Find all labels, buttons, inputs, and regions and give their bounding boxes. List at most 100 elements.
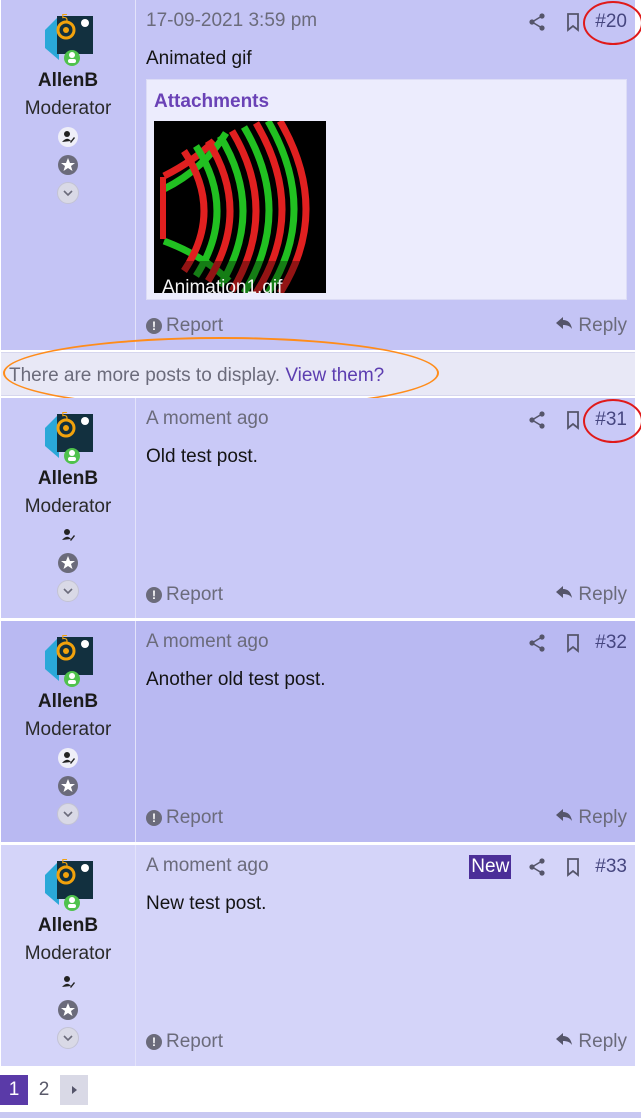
- bookmark-icon[interactable]: [561, 631, 585, 655]
- star-badge-icon: [57, 999, 79, 1021]
- user-title: Moderator: [24, 719, 112, 740]
- post-user-cell: 5 AllenB Moderator: [1, 621, 136, 842]
- star-badge-icon: [57, 552, 79, 574]
- share-icon[interactable]: [525, 631, 549, 655]
- report-link[interactable]: ! Report: [146, 315, 223, 337]
- pagination: 1 2: [0, 1075, 88, 1105]
- star-badge-icon: [57, 154, 79, 176]
- post-date[interactable]: A moment ago: [146, 408, 269, 430]
- post-body: Another old test post.: [146, 669, 326, 690]
- svg-text:5: 5: [61, 12, 69, 26]
- reply-icon: [555, 584, 573, 606]
- star-badge-icon: [57, 775, 79, 797]
- report-icon: !: [146, 587, 162, 603]
- post-message-cell: 17-09-2021 3:59 pm #20 Animated gif Atta…: [136, 0, 641, 350]
- report-link[interactable]: ! Report: [146, 1031, 223, 1053]
- post-user-cell: 5 AllenB Moderator: [1, 398, 136, 618]
- reply-label[interactable]: Reply: [578, 1031, 627, 1053]
- attachment-thumbnail[interactable]: Animation1.gif: [154, 121, 326, 293]
- post-actions: #20: [525, 1, 641, 45]
- user-edit-icon: [57, 747, 79, 769]
- reply-label[interactable]: Reply: [578, 315, 627, 337]
- post-body: New test post.: [146, 893, 267, 914]
- post-32: 5 AllenB Moderator A moment ago #32 Anot…: [1, 621, 635, 844]
- user-edit-icon: [57, 971, 79, 993]
- username[interactable]: AllenB: [38, 468, 98, 490]
- attachments-heading: Attachments: [154, 91, 270, 112]
- share-icon[interactable]: [525, 10, 549, 34]
- more-posts-bar: There are more posts to display. View th…: [1, 337, 635, 409]
- post-message-cell: A moment ago #32 Another old test post. …: [136, 621, 635, 842]
- page-link[interactable]: 2: [28, 1075, 60, 1105]
- post-body: Animated gif: [146, 48, 252, 69]
- report-icon: !: [146, 318, 162, 334]
- post-31: 5 AllenB Moderator A moment ago #31 Old …: [1, 398, 641, 620]
- user-title: Moderator: [24, 496, 112, 517]
- report-icon: !: [146, 1034, 162, 1050]
- avatar-logo-icon[interactable]: 5: [39, 8, 97, 66]
- username[interactable]: AllenB: [38, 691, 98, 713]
- report-link[interactable]: ! Report: [146, 584, 223, 606]
- reply-link[interactable]: Reply: [555, 807, 627, 829]
- svg-text:5: 5: [61, 410, 69, 424]
- chevron-down-icon[interactable]: [57, 182, 79, 204]
- svg-text:5: 5: [61, 633, 69, 647]
- page-current[interactable]: 1: [0, 1075, 28, 1105]
- highlight-ring: [583, 1, 641, 45]
- report-icon: !: [146, 810, 162, 826]
- post-33: 5 AllenB Moderator A moment ago New #33 …: [1, 845, 635, 1068]
- bookmark-icon[interactable]: [561, 10, 585, 34]
- report-link[interactable]: ! Report: [146, 807, 223, 829]
- chevron-down-icon[interactable]: [57, 803, 79, 825]
- report-label[interactable]: Report: [166, 1031, 223, 1053]
- reply-link[interactable]: Reply: [555, 584, 627, 606]
- post-message-cell: A moment ago New #33 New test post. ! Re…: [136, 845, 635, 1066]
- post-user-cell: 5 AllenB Moderator: [1, 0, 136, 350]
- user-edit-icon: [57, 524, 79, 546]
- chevron-right-icon[interactable]: [60, 1075, 88, 1105]
- new-badge: New: [469, 855, 512, 879]
- highlight-ring: [583, 399, 641, 443]
- avatar-logo-icon[interactable]: 5: [39, 406, 97, 464]
- user-title: Moderator: [24, 98, 112, 119]
- post-message-cell: A moment ago #31 Old test post. ! Report…: [136, 398, 641, 618]
- reply-label[interactable]: Reply: [578, 807, 627, 829]
- post-number[interactable]: #33: [595, 856, 627, 877]
- avatar-logo-icon[interactable]: 5: [39, 629, 97, 687]
- user-title: Moderator: [24, 943, 112, 964]
- reply-link[interactable]: Reply: [555, 1031, 627, 1053]
- post-20: 5 AllenB Moderator 17-09-2021 3:59 pm #2…: [1, 0, 641, 352]
- report-label[interactable]: Report: [166, 807, 223, 829]
- post-actions: #32: [525, 631, 627, 655]
- chevron-down-icon[interactable]: [57, 1027, 79, 1049]
- post-number-link[interactable]: #33: [595, 856, 627, 878]
- share-icon[interactable]: [525, 855, 549, 879]
- post-number-link[interactable]: #32: [595, 632, 627, 654]
- report-label[interactable]: Report: [166, 315, 223, 337]
- report-label[interactable]: Report: [166, 584, 223, 606]
- post-number[interactable]: #32: [595, 632, 627, 653]
- post-date[interactable]: A moment ago: [146, 631, 269, 653]
- bookmark-icon[interactable]: [561, 408, 585, 432]
- avatar-logo-icon[interactable]: 5: [39, 853, 97, 911]
- attachment-filename[interactable]: Animation1.gif: [162, 277, 282, 293]
- post-number-link[interactable]: #31: [583, 399, 641, 443]
- reply-icon: [555, 315, 573, 337]
- reply-label[interactable]: Reply: [578, 584, 627, 606]
- reply-link[interactable]: Reply: [555, 315, 627, 337]
- post-date[interactable]: 17-09-2021 3:59 pm: [146, 10, 317, 32]
- username[interactable]: AllenB: [38, 915, 98, 937]
- post-date[interactable]: A moment ago: [146, 855, 269, 877]
- post-body: Old test post.: [146, 446, 258, 467]
- attachments-block: Attachments Animation1.gif: [146, 79, 627, 300]
- post-number-link[interactable]: #20: [583, 1, 641, 45]
- reply-icon: [555, 807, 573, 829]
- bookmark-icon[interactable]: [561, 855, 585, 879]
- share-icon[interactable]: [525, 408, 549, 432]
- post-user-cell: 5 AllenB Moderator: [1, 845, 136, 1066]
- post-actions: #31: [525, 399, 641, 443]
- username[interactable]: AllenB: [38, 70, 98, 92]
- post-actions: New #33: [469, 855, 627, 879]
- reply-icon: [555, 1031, 573, 1053]
- chevron-down-icon[interactable]: [57, 580, 79, 602]
